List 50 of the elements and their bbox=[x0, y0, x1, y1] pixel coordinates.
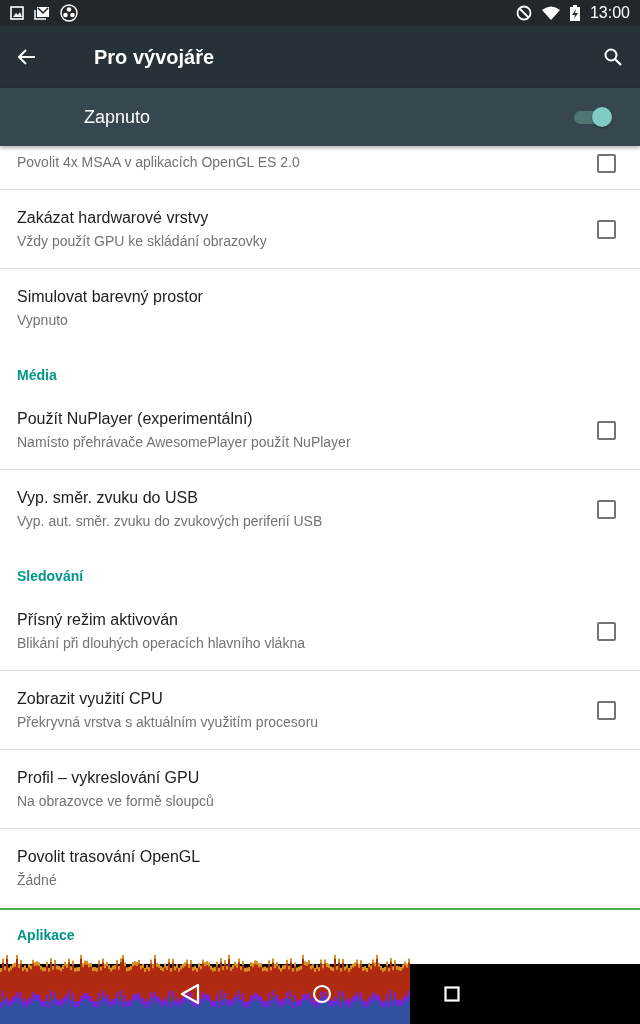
setting-title: Zakázat hardwarové vrstvy bbox=[17, 209, 210, 227]
checkbox[interactable] bbox=[597, 700, 616, 720]
section-header: Média bbox=[16, 366, 58, 385]
settings-row[interactable]: Zakázat hardwarové vrstvy Vždy použít GPU ke skládání obrazovky bbox=[0, 190, 640, 269]
settings-row[interactable]: Simulovat barevný prostor Vypnuto bbox=[0, 269, 640, 347]
clock-time: 13:00 bbox=[589, 4, 630, 22]
setting-summary: Vždy použít GPU ke skládání obrazovky bbox=[17, 233, 267, 249]
settings-row[interactable]: Přísný režim aktivován Blikání při dlouhých operacích hlavního vlákna bbox=[0, 592, 640, 671]
setting-title: Vyp. směr. zvuku do USB bbox=[17, 489, 199, 507]
settings-row[interactable]: Povolit 4x MSAA v aplikacích OpenGL ES 2.0 bbox=[0, 146, 640, 190]
wifi-icon bbox=[541, 6, 560, 20]
setting-summary: Vyp. aut. směr. zvuku do zvukových periferií USB bbox=[17, 513, 323, 529]
do-not-disturb-icon bbox=[515, 5, 532, 21]
section-header: Sledování bbox=[16, 567, 85, 586]
search-icon bbox=[604, 48, 622, 66]
checkbox[interactable] bbox=[597, 499, 616, 519]
toggle-switch[interactable] bbox=[572, 106, 612, 128]
back-triangle-icon bbox=[180, 983, 200, 1005]
checkbox[interactable] bbox=[597, 420, 616, 440]
recents-square-icon bbox=[444, 986, 460, 1002]
setting-title: Zobrazit využití CPU bbox=[17, 690, 164, 708]
setting-summary: Blikání při dlouhých operacích hlavního vlákna bbox=[17, 635, 305, 651]
home-circle-icon bbox=[312, 984, 332, 1004]
mail-icon bbox=[34, 6, 50, 20]
checkbox[interactable] bbox=[597, 621, 616, 641]
setting-title: Simulovat barevný prostor bbox=[17, 288, 203, 306]
film-reel-icon bbox=[60, 4, 78, 22]
setting-summary: Žádné bbox=[17, 872, 58, 888]
settings-row[interactable]: Povolit trasování OpenGL Žádné bbox=[0, 829, 640, 907]
switch-label: Zapnuto bbox=[84, 106, 151, 128]
battery-charging-icon bbox=[569, 5, 580, 21]
setting-summary: Na obrazovce ve formě sloupců bbox=[17, 793, 214, 809]
settings-row[interactable]: Vyp. směr. zvuku do USB Vyp. aut. směr. zvuku do zvukových periferií USB bbox=[0, 470, 640, 548]
checkbox[interactable] bbox=[597, 219, 616, 239]
back-arrow-icon bbox=[18, 49, 36, 65]
setting-title: Použít NuPlayer (experimentální) bbox=[17, 410, 254, 428]
setting-summary: Překryvná vrstva s aktuálním využitím procesoru bbox=[17, 714, 319, 730]
screen-title: Pro vývojáře bbox=[94, 45, 216, 69]
setting-title: Profil – vykreslování GPU bbox=[17, 769, 201, 787]
setting-summary: Vypnuto bbox=[17, 312, 69, 328]
settings-row[interactable]: Profil – vykreslování GPU Na obrazovce ve formě sloupců bbox=[0, 750, 640, 829]
section-header: Aplikace bbox=[16, 926, 76, 945]
setting-summary: Povolit 4x MSAA v aplikacích OpenGL ES 2.0 bbox=[17, 154, 300, 170]
picture-icon bbox=[10, 6, 24, 20]
setting-summary: Namísto přehrávače AwesomePlayer použít NuPlayer bbox=[17, 434, 351, 450]
setting-title: Povolit trasování OpenGL bbox=[17, 848, 201, 866]
settings-row[interactable]: Zobrazit využití CPU Překryvná vrstva s aktuálním využitím procesoru bbox=[0, 671, 640, 750]
checkbox[interactable] bbox=[597, 154, 616, 173]
setting-title: Přísný režim aktivován bbox=[17, 611, 179, 629]
settings-row[interactable]: Použít NuPlayer (experimentální) Namísto přehrávače AwesomePlayer použít NuPlayer bbox=[0, 391, 640, 470]
